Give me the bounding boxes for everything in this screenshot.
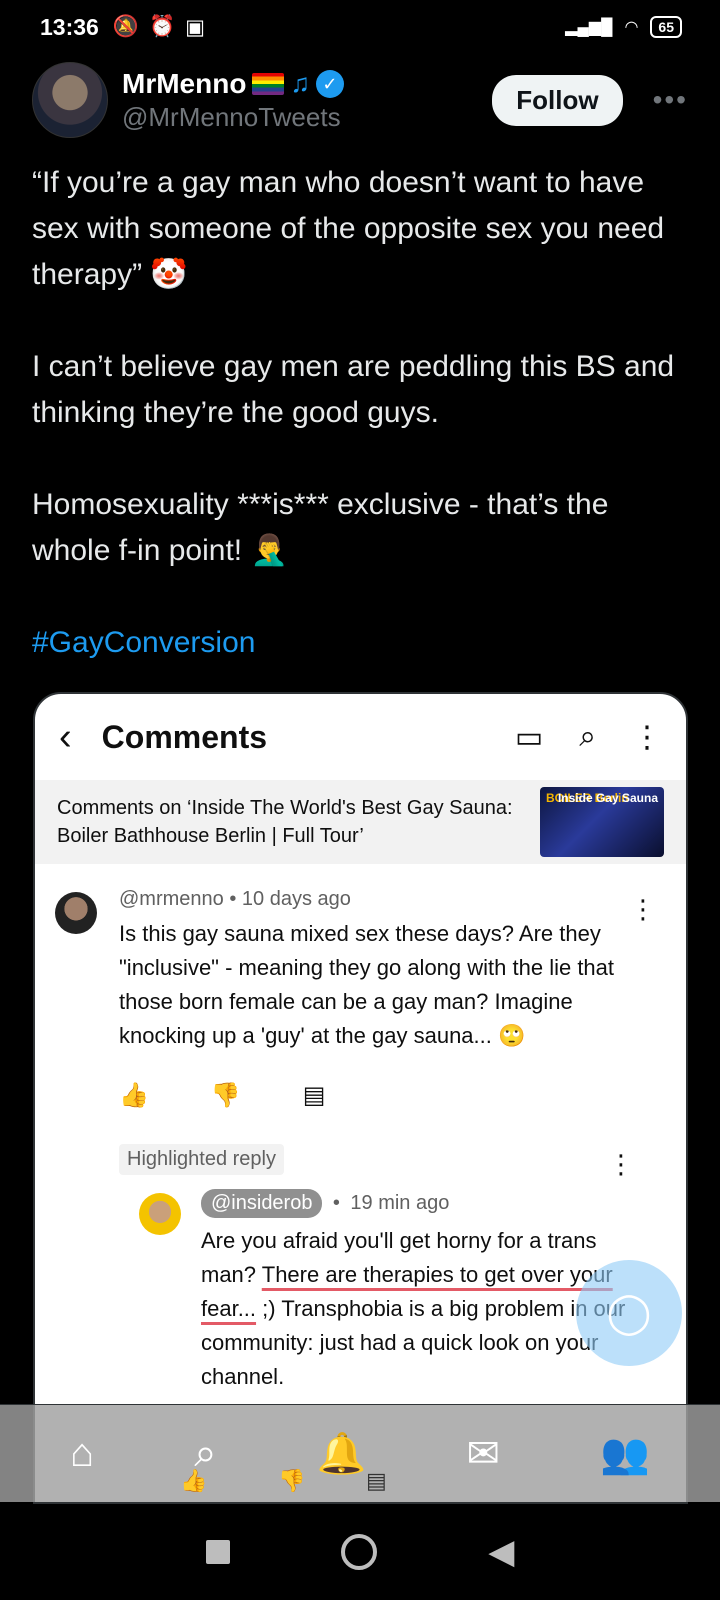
comment-actions: 👍 👎 ▤ (119, 1081, 664, 1110)
status-bar: 13:36 🔕 ⏰ ▣ ▂▄▆█ ◠ 65 (0, 0, 720, 54)
tweet-text: “If you’re a gay man who doesn’t want to… (32, 160, 692, 712)
user-handle[interactable]: @MrMennoTweets (122, 102, 344, 133)
video-info-bar: Comments on ‘Inside The World's Best Gay… (35, 780, 686, 864)
kebab-menu-icon: ⋮ (632, 720, 662, 754)
tweet-header: MrMenno ♫ ✓ @MrMennoTweets Follow ••• (32, 60, 688, 140)
home-button[interactable] (340, 1534, 377, 1570)
messages-icon[interactable]: ✉ (467, 1431, 501, 1477)
reply-avatar (139, 1193, 181, 1235)
tweet-paragraph-3: Homosexuality ***is*** exclusive - that’… (32, 488, 609, 567)
reply-text-end: ;) Transphobia is a big problem in our c… (201, 1296, 626, 1389)
comment-author: @mrmenno (119, 888, 224, 910)
reply-kebab-icon: ⋮ (608, 1149, 634, 1179)
reply-icon: ▤ (366, 1468, 387, 1493)
communities-icon[interactable]: 👥 (600, 1430, 650, 1477)
like-icon: 👍 (180, 1468, 208, 1493)
comment-time: 10 days ago (241, 888, 351, 910)
tweet-paragraph-2: I can’t believe gay men are peddling thi… (32, 350, 675, 429)
recents-button[interactable] (205, 1540, 230, 1564)
mute-bell-icon: 🔕 (112, 14, 139, 38)
rainbow-flag-icon (252, 72, 285, 95)
home-icon[interactable]: ⌂ (70, 1431, 94, 1476)
verified-badge-icon: ✓ (315, 69, 344, 98)
music-notes-icon: ♫ (290, 68, 310, 98)
comment-text: Is this gay sauna mixed sex these days? … (119, 921, 615, 1048)
notifications-icon[interactable]: 🔔 (317, 1430, 367, 1477)
follow-button[interactable]: Follow (492, 74, 623, 126)
system-navigation-bar: ◀ (0, 1504, 720, 1600)
wifi-icon: ◠ (624, 19, 639, 36)
back-arrow-icon: ‹ (59, 715, 72, 758)
like-icon: 👍 (119, 1082, 149, 1109)
dislike-icon: 👎 (210, 1082, 241, 1109)
comments-title: Comments (101, 718, 268, 755)
avatar[interactable] (32, 62, 108, 138)
reply: ⋮ @insiderob • 19 min ago Are you afraid… (57, 1149, 664, 1394)
alarm-icon: ⏰ (148, 14, 176, 38)
compose-button[interactable]: ◯ (576, 1260, 682, 1366)
tweet-paragraph-1: “If you’re a gay man who doesn’t want to… (32, 166, 665, 291)
signal-icon: ▂▄▆█ (565, 19, 613, 36)
comments-header: ‹ Comments ▭ ⌕ ⋮ (35, 694, 686, 780)
reply-author: @insiderob (201, 1189, 323, 1218)
bottom-navigation: ⌂ ⌕ 🔔 ✉ 👥 (0, 1404, 720, 1502)
hashtag-link[interactable]: #GayConversion (32, 620, 692, 666)
reply-time-separator: • (332, 1192, 340, 1214)
thumbnail-caption: Inside Gay Sauna (557, 791, 658, 805)
clock: 13:36 (40, 13, 99, 40)
display-name[interactable]: MrMenno (122, 68, 246, 100)
reply-icon: ▤ (302, 1082, 326, 1109)
commenter-avatar (55, 892, 97, 934)
embedded-screenshot[interactable]: ‹ Comments ▭ ⌕ ⋮ Comments on ‘Inside The… (33, 692, 688, 1504)
comment-meta: @mrmenno • 10 days ago (119, 888, 664, 911)
more-options-icon[interactable]: ••• (653, 84, 688, 116)
dislike-icon: 👎 (278, 1468, 306, 1493)
search-icon: ⌕ (579, 720, 596, 753)
reply-text: Are you afraid you'll get horny for a tr… (201, 1224, 631, 1394)
cast-icon: ▭ (514, 720, 544, 754)
battery-icon: 65 (650, 16, 682, 38)
video-thumbnail: BOILER Berlin Inside Gay Sauna (540, 787, 664, 857)
video-title: Comments on ‘Inside The World's Best Gay… (57, 797, 513, 847)
meta-separator: • (229, 888, 242, 910)
screen-cast-icon: ▣ (185, 15, 205, 39)
reply-time: 19 min ago (350, 1192, 450, 1214)
comment-kebab-icon: ⋮ (630, 894, 656, 924)
highlighted-reply-tag: Highlighted reply (119, 1144, 284, 1175)
back-button[interactable]: ◀ (488, 1532, 514, 1572)
